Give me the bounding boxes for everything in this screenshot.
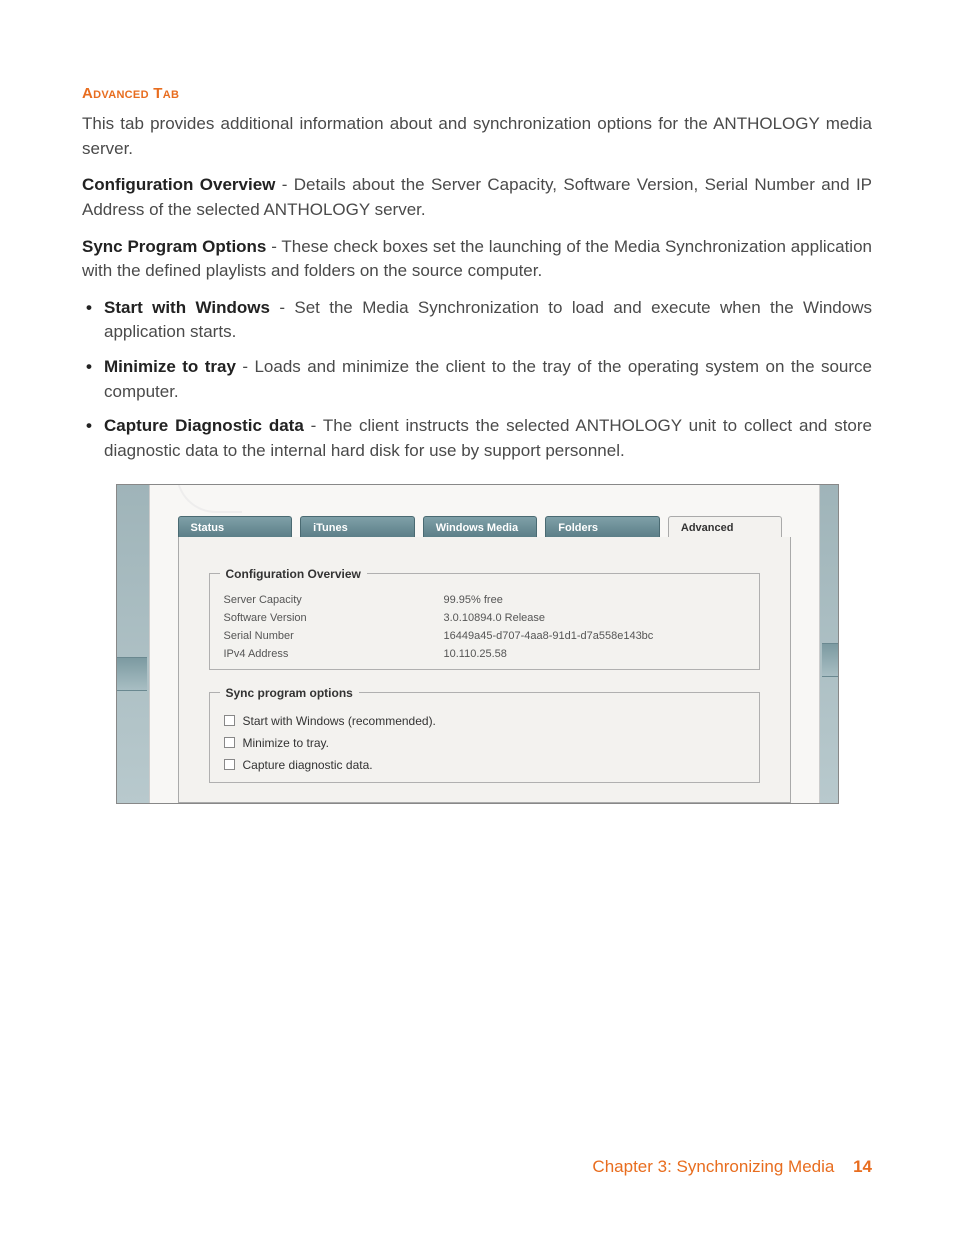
page-number: 14: [853, 1157, 872, 1176]
row-value: 10.110.25.58: [444, 648, 759, 660]
row-value: 99.95% free: [444, 594, 759, 606]
row-label: Server Capacity: [224, 594, 444, 606]
row-label: Serial Number: [224, 630, 444, 642]
checkbox-row: Start with Windows (recommended).: [210, 710, 759, 732]
tab-content: Configuration Overview Server Capacity 9…: [178, 537, 791, 803]
tab-windows-media[interactable]: Windows Media: [423, 516, 538, 538]
row-label: Software Version: [224, 612, 444, 624]
chapter-label: Chapter 3: Synchronizing Media: [592, 1157, 834, 1176]
sync-options-label: Sync Program Options: [82, 237, 266, 256]
list-item: Start with Windows - Set the Media Synch…: [104, 296, 872, 345]
checkbox-row: Capture diagnostic data.: [210, 754, 759, 776]
bullet-label: Minimize to tray: [104, 357, 236, 376]
tab-folders[interactable]: Folders: [545, 516, 660, 538]
checkbox-start-with-windows[interactable]: [224, 715, 235, 726]
list-item: Capture Diagnostic data - The client ins…: [104, 414, 872, 463]
page-footer: Chapter 3: Synchronizing Media 14: [592, 1157, 872, 1177]
tab-itunes[interactable]: iTunes: [300, 516, 415, 538]
group-legend: Configuration Overview: [220, 567, 367, 581]
row-value: 3.0.10894.0 Release: [444, 612, 759, 624]
checkbox-row: Minimize to tray.: [210, 732, 759, 754]
row-value: 16449a45-d707-4aa8-91d1-d7a558e143bc: [444, 630, 759, 642]
sync-options-paragraph: Sync Program Options - These check boxes…: [82, 235, 872, 284]
sync-options-group: Sync program options Start with Windows …: [209, 686, 760, 783]
app-panel: Status iTunes Windows Media Folders Adva…: [149, 485, 820, 803]
section-heading: Advanced Tab: [82, 85, 872, 102]
app-screenshot: Status iTunes Windows Media Folders Adva…: [116, 484, 839, 804]
tab-status[interactable]: Status: [178, 516, 293, 538]
table-row: IPv4 Address 10.110.25.58: [210, 645, 759, 663]
table-row: Serial Number 16449a45-d707-4aa8-91d1-d7…: [210, 627, 759, 645]
checkbox-minimize-to-tray[interactable]: [224, 737, 235, 748]
table-row: Software Version 3.0.10894.0 Release: [210, 609, 759, 627]
config-overview-label: Configuration Overview: [82, 175, 275, 194]
bullet-label: Capture Diagnostic data: [104, 416, 304, 435]
tab-bar: Status iTunes Windows Media Folders Adva…: [178, 516, 791, 538]
decorative-side: [117, 657, 147, 691]
checkbox-capture-diagnostic[interactable]: [224, 759, 235, 770]
checkbox-label: Minimize to tray.: [243, 736, 329, 750]
list-item: Minimize to tray - Loads and minimize th…: [104, 355, 872, 404]
group-legend: Sync program options: [220, 686, 359, 700]
bullet-label: Start with Windows: [104, 298, 270, 317]
checkbox-label: Start with Windows (recommended).: [243, 714, 436, 728]
decorative-curve: [176, 484, 242, 513]
config-overview-paragraph: Configuration Overview - Details about t…: [82, 173, 872, 222]
row-label: IPv4 Address: [224, 648, 444, 660]
checkbox-label: Capture diagnostic data.: [243, 758, 373, 772]
tab-advanced[interactable]: Advanced: [668, 516, 783, 538]
config-overview-group: Configuration Overview Server Capacity 9…: [209, 567, 760, 670]
table-row: Server Capacity 99.95% free: [210, 591, 759, 609]
options-bullet-list: Start with Windows - Set the Media Synch…: [82, 296, 872, 464]
intro-paragraph: This tab provides additional information…: [82, 112, 872, 161]
decorative-side: [822, 643, 838, 677]
